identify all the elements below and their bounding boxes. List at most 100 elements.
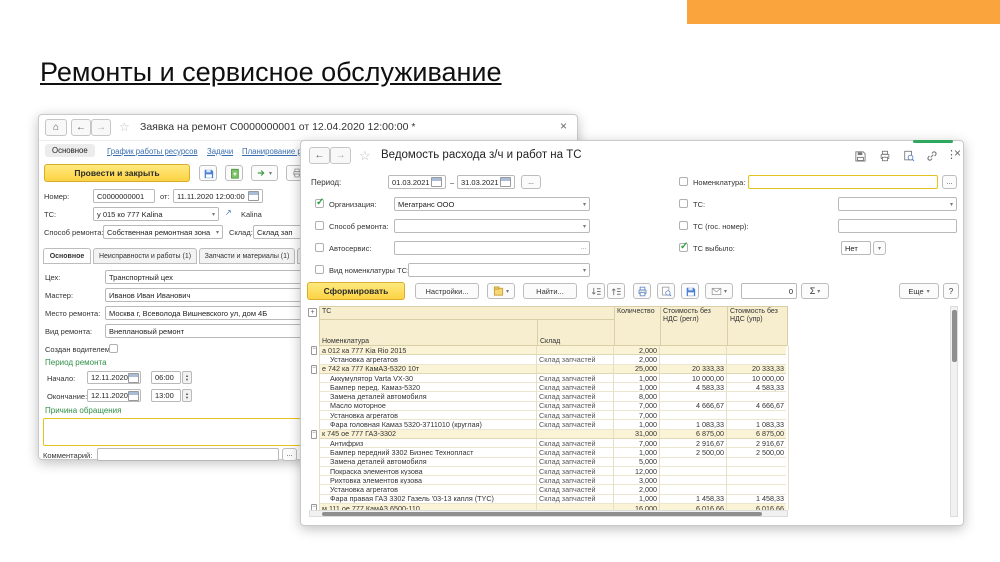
table-row[interactable]: − Бампер передний 3302 Бизнес Технопласт… [309,448,788,457]
table-row[interactable]: − Замена деталей автомобиля Склад запчас… [309,458,788,467]
dropdown-icon[interactable]: ▾ [948,201,953,208]
detail-tab-parts[interactable]: Запчасти и материалы (1) [199,248,295,264]
end-time-input[interactable]: 13:00 [151,389,181,402]
more-button[interactable]: Еще▾ [899,283,939,299]
start-date-input[interactable]: 12.11.2020 [87,371,141,384]
comment-dots-button[interactable]: ... [282,448,297,461]
table-row[interactable]: − а 012 ка 777 Kia Rio 2015 2,000 [309,346,788,355]
get-link-button[interactable] [923,148,941,164]
post-document-button[interactable] [225,165,243,181]
collapse-groups-button[interactable] [587,283,605,299]
calendar-icon[interactable] [248,191,259,201]
calendar-icon[interactable] [431,177,442,187]
table-row[interactable]: − к 745 ое 777 ГАЗ-3302 31,000 6 875,00 … [309,430,788,439]
favorite-star-icon[interactable]: ☆ [119,120,130,134]
dropdown-icon[interactable]: ▾ [214,229,219,236]
expand-all-button[interactable]: + [308,308,317,317]
table-row[interactable]: − Установка агрегатов Склад запчастей 7,… [309,411,788,420]
period-dots-button[interactable]: ... [521,175,541,189]
table-row[interactable]: − е 742 ка 777 КамАЗ-5320 10т 25,000 20 … [309,365,788,374]
sum-button[interactable]: Σ▾ [801,283,829,299]
report-variants-button[interactable]: ▾ [487,283,515,299]
h-scrollbar-thumb[interactable] [322,512,762,516]
plate-number-checkbox[interactable]: ✓ [679,221,688,230]
repair-method-input[interactable]: ▾ [394,219,590,233]
v-scrollbar-thumb[interactable] [952,310,957,362]
table-row[interactable]: − Бампер перед. Камаз-5320 Склад запчаст… [309,383,788,392]
collapse-row-icon[interactable]: − [311,346,317,355]
collapse-row-icon[interactable]: − [311,430,317,439]
table-row[interactable]: − Масло моторное Склад запчастей 7,000 4… [309,402,788,411]
organization-checkbox[interactable]: ✓ [315,199,324,208]
vehicle-retired-checkbox[interactable]: ✓ [679,243,688,252]
column-header-warehouse[interactable]: Склад [537,320,614,347]
dots-icon[interactable]: ... [579,245,586,251]
repair-method-checkbox[interactable]: ✓ [315,221,324,230]
table-row[interactable]: − Антифриз Склад запчастей 7,000 2 916,6… [309,439,788,448]
back-button[interactable]: ← [71,119,91,136]
nav-tab-resource-schedule[interactable]: График работы ресурсов [107,147,198,156]
save-button[interactable] [851,148,869,164]
table-row[interactable]: − Покраска элементов кузова Склад запчас… [309,467,788,476]
save-button[interactable] [199,165,217,181]
column-header-vehicle[interactable]: ТС [320,307,614,320]
detail-tab-main[interactable]: Основное [43,248,91,264]
close-button[interactable]: × [954,146,961,160]
close-button[interactable]: × [560,119,567,133]
nav-tab-tasks[interactable]: Задачи [207,147,233,156]
repair-kind-input[interactable]: Внеплановый ремонт [105,324,305,338]
print-button[interactable] [876,148,894,164]
nomenclature-dots-button[interactable]: ... [942,175,957,189]
vehicle-retired-dropdown[interactable]: ▾ [873,241,886,255]
repair-method-input[interactable]: Собственная ремонтная зона▾ [103,225,223,239]
vehicle-input[interactable]: у 015 ко 777 Kalina▾ [93,207,219,221]
help-button[interactable]: ? [943,283,959,299]
table-row[interactable]: − Замена деталей автомобиля Склад запчас… [309,392,788,401]
created-by-driver-checkbox[interactable]: ✓ [109,344,118,353]
settings-button[interactable]: Настройки... [415,283,479,299]
column-header-quantity[interactable]: Количество [614,307,660,345]
forward-button[interactable]: → [91,119,111,136]
nomenclature-kind-input[interactable]: ▾ [408,263,590,277]
comment-input[interactable] [97,448,279,461]
v-scrollbar[interactable] [950,306,958,517]
workshop-input[interactable]: Транспортный цех [105,270,305,284]
column-header-cost-regl[interactable]: Стоимость без НДС (регл) [660,307,727,345]
vehicle-retired-input[interactable]: Нет [841,241,871,255]
h-scrollbar[interactable] [309,510,788,517]
master-input[interactable]: Иванов Иван Иванович [105,288,305,302]
number-input[interactable]: С0000000001 [93,189,155,203]
dropdown-icon[interactable]: ▾ [210,211,215,218]
column-header-cost-upr[interactable]: Стоимость без НДС (упр) [727,307,787,345]
table-row[interactable]: − Фара головная Камаз 5320-3711010 (круг… [309,420,788,429]
detail-tab-faults[interactable]: Неисправности и работы (1) [93,248,197,264]
end-time-spinner[interactable]: ▴▾ [182,389,192,402]
back-button[interactable]: ← [309,147,330,164]
calendar-icon[interactable] [128,391,139,401]
dropdown-icon[interactable]: ▾ [581,267,586,274]
period-to-input[interactable]: 31.03.2021 [457,175,515,189]
find-button[interactable]: Найти... [523,283,577,299]
period-from-input[interactable]: 01.03.2021 [388,175,446,189]
save-button[interactable] [681,283,699,299]
nomenclature-kind-checkbox[interactable]: ✓ [315,265,324,274]
row-counter-field[interactable]: 0 [741,283,797,299]
open-link-icon[interactable]: ↗ [225,208,232,217]
send-mail-button[interactable]: ▾ [705,283,733,299]
table-row[interactable]: − Фара правая ГАЗ 3302 Газель '03-13 кап… [309,495,788,504]
expand-groups-button[interactable] [607,283,625,299]
table-row[interactable]: − Установка агрегатов Склад запчастей 2,… [309,355,788,364]
autoservice-input[interactable]: ... [394,241,590,255]
calendar-icon[interactable] [128,373,139,383]
favorite-star-icon[interactable]: ☆ [359,148,371,164]
date-input[interactable]: 11.11.2020 12:00:00 [173,189,263,203]
table-row[interactable]: − Рихтовка элементов кузова Склад запчас… [309,476,788,485]
vehicle-checkbox[interactable]: ✓ [679,199,688,208]
movements-dropdown-button[interactable]: ▾ [251,165,278,181]
table-row[interactable]: − Аккумулятор Varta VX-30 Склад запчасте… [309,374,788,383]
calendar-icon[interactable] [500,177,511,187]
organization-input[interactable]: Мегатранс ООО▾ [394,197,590,211]
column-header-nomenclature[interactable]: Номенклатура [320,320,537,347]
dropdown-icon[interactable]: ▾ [581,223,586,230]
forward-button[interactable]: → [330,147,351,164]
